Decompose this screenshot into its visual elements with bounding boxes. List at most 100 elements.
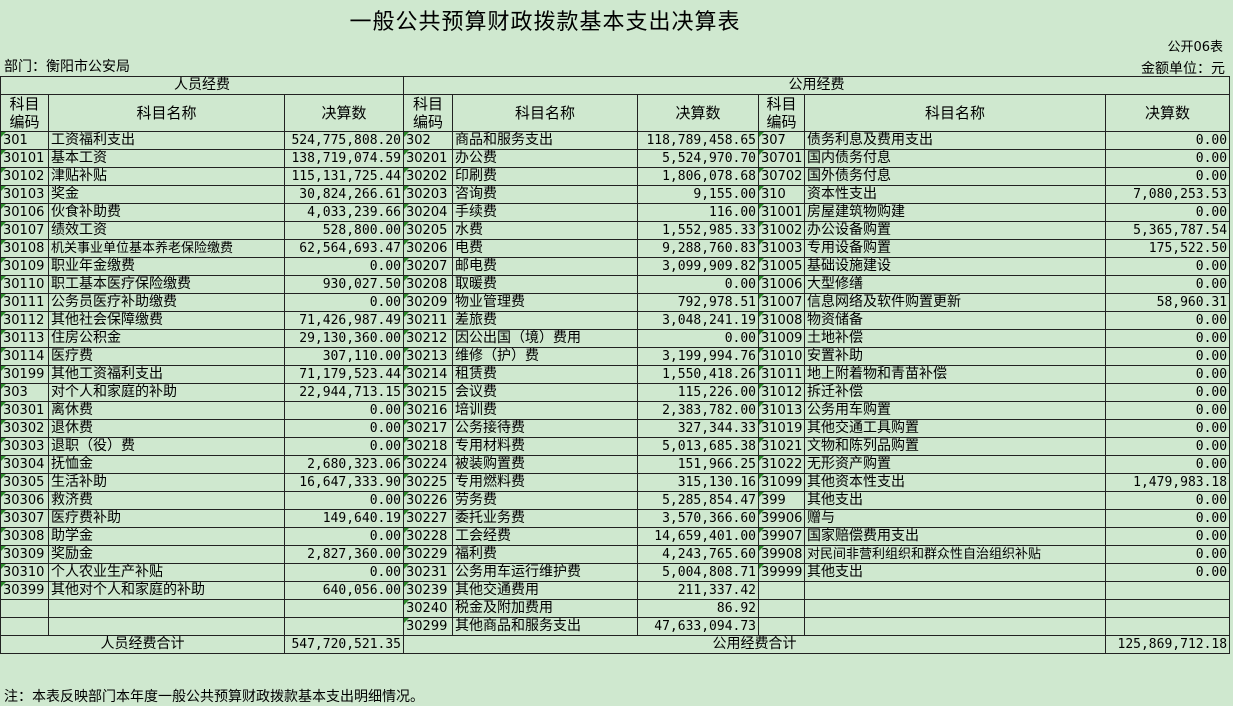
subject-code: 30299	[403, 617, 454, 636]
subject-name: 专用材料费	[452, 437, 639, 456]
amount: 0.00	[1105, 203, 1231, 222]
subject-code: 31012	[758, 383, 806, 402]
subject-name: 租赁费	[452, 365, 639, 384]
amount: 0.00	[1105, 491, 1231, 510]
subject-code: 30213	[403, 347, 454, 366]
subject-name: 奖金	[48, 185, 285, 204]
amount: 0.00	[1105, 437, 1231, 456]
subject-name: 公务用车购置	[804, 401, 1107, 420]
subject-name: 住房公积金	[48, 329, 285, 348]
table-row: 30308 助学金 0.00 30228 工会经费 14,659,401.00 39907 国…	[0, 527, 1231, 546]
amount: 16,647,333.90	[283, 473, 405, 492]
subject-name	[804, 617, 1107, 636]
amount: 0.00	[283, 419, 405, 438]
subject-code	[758, 599, 806, 618]
subject-code: 30109	[0, 257, 49, 276]
subject-name: 办公费	[452, 149, 639, 168]
subject-name: 其他资本性支出	[804, 473, 1107, 492]
col-header-code: 科目编码	[758, 94, 806, 132]
subject-code: 30110	[0, 275, 49, 294]
subject-code: 31003	[758, 239, 806, 258]
subject-code: 31019	[758, 419, 806, 438]
subject-code: 30224	[403, 455, 454, 474]
subject-name: 物资储备	[804, 311, 1107, 330]
subject-name: 其他社会保障缴费	[48, 311, 285, 330]
table-row: 30240 税金及附加费用 86.92	[0, 599, 1231, 618]
amount: 115,226.00	[637, 383, 760, 402]
subject-code: 30306	[0, 491, 49, 510]
table-row: 30103 奖金 30,824,266.61 30203 咨询费 9,155.00 310 资…	[0, 185, 1231, 204]
subject-code: 30702	[758, 167, 806, 186]
table-row: 30110 职工基本医疗保险缴费 930,027.50 30208 取暖费 0.00 310…	[0, 275, 1231, 294]
subject-code: 30207	[403, 257, 454, 276]
amount: 71,179,523.44	[283, 365, 405, 384]
subject-code: 30214	[403, 365, 454, 384]
amount: 5,285,854.47	[637, 491, 760, 510]
footnote: 注：本表反映部门本年度一般公共预算财政拨款基本支出明细情况。	[4, 689, 424, 705]
amount: 175,522.50	[1105, 239, 1231, 258]
subject-name: 对个人和家庭的补助	[48, 383, 285, 402]
subject-name: 职工基本医疗保险缴费	[48, 275, 285, 294]
subject-name: 办公设备购置	[804, 221, 1107, 240]
subject-code: 30203	[403, 185, 454, 204]
personnel-total-label: 人员经费合计	[0, 635, 285, 654]
subject-code: 31099	[758, 473, 806, 492]
public-total-value: 125,869,712.18	[1105, 635, 1231, 654]
amount: 115,131,725.44	[283, 167, 405, 186]
subject-code: 30114	[0, 347, 49, 366]
amount: 0.00	[1105, 149, 1231, 168]
subject-name: 手续费	[452, 203, 639, 222]
amount: 9,155.00	[637, 185, 760, 204]
subject-code: 30107	[0, 221, 49, 240]
subject-code	[0, 617, 49, 636]
subject-code: 399	[758, 491, 806, 510]
amount: 930,027.50	[283, 275, 405, 294]
amount: 138,719,074.59	[283, 149, 405, 168]
subject-name: 助学金	[48, 527, 285, 546]
amount: 0.00	[1105, 257, 1231, 276]
amount: 116.00	[637, 203, 760, 222]
subject-code: 30303	[0, 437, 49, 456]
table-row: 30299 其他商品和服务支出 47,633,094.73	[0, 617, 1231, 636]
table-row: 30106 伙食补助费 4,033,239.66 30204 手续费 116.00 3100…	[0, 203, 1231, 222]
subject-code	[0, 599, 49, 618]
table-row: 30199 其他工资福利支出 71,179,523.44 30214 租赁费 1,550,…	[0, 365, 1231, 384]
table-row: 30114 医疗费 307,110.00 30213 维修（护）费 3,199,994.7…	[0, 347, 1231, 366]
amount: 524,775,808.20	[283, 131, 405, 150]
section-public: 公用经费	[403, 76, 1231, 95]
subject-code: 30307	[0, 509, 49, 528]
amount: 0.00	[283, 563, 405, 582]
subject-name: 绩效工资	[48, 221, 285, 240]
amount: 22,944,713.15	[283, 383, 405, 402]
table-row: 30113 住房公积金 29,130,360.00 30212 因公出国（境）费用 0.0…	[0, 329, 1231, 348]
amount: 307,110.00	[283, 347, 405, 366]
subject-name: 基础设施建设	[804, 257, 1107, 276]
table-row: 30101 基本工资 138,719,074.59 30201 办公费 5,524,970…	[0, 149, 1231, 168]
amount: 149,640.19	[283, 509, 405, 528]
amount: 2,680,323.06	[283, 455, 405, 474]
amount: 211,337.42	[637, 581, 760, 600]
subject-name: 伙食补助费	[48, 203, 285, 222]
subject-code: 30208	[403, 275, 454, 294]
col-header-amount: 决算数	[1105, 94, 1231, 132]
subject-code: 30226	[403, 491, 454, 510]
amount: 5,524,970.70	[637, 149, 760, 168]
subject-name: 专用设备购置	[804, 239, 1107, 258]
subject-code: 30399	[0, 581, 49, 600]
subject-name: 工会经费	[452, 527, 639, 546]
subject-code: 30231	[403, 563, 454, 582]
amount: 5,004,808.71	[637, 563, 760, 582]
subject-name: 机关事业单位基本养老保险缴费	[48, 239, 285, 258]
subject-code: 30229	[403, 545, 454, 564]
amount: 3,048,241.19	[637, 311, 760, 330]
amount	[1105, 599, 1231, 618]
subject-code: 30108	[0, 239, 49, 258]
amount: 14,659,401.00	[637, 527, 760, 546]
amount: 0.00	[1105, 311, 1231, 330]
subject-name: 退休费	[48, 419, 285, 438]
subject-name: 电费	[452, 239, 639, 258]
subject-code: 303	[0, 383, 49, 402]
subject-name: 职业年金缴费	[48, 257, 285, 276]
subject-name: 其他交通费用	[452, 581, 639, 600]
subject-name: 其他交通工具购置	[804, 419, 1107, 438]
